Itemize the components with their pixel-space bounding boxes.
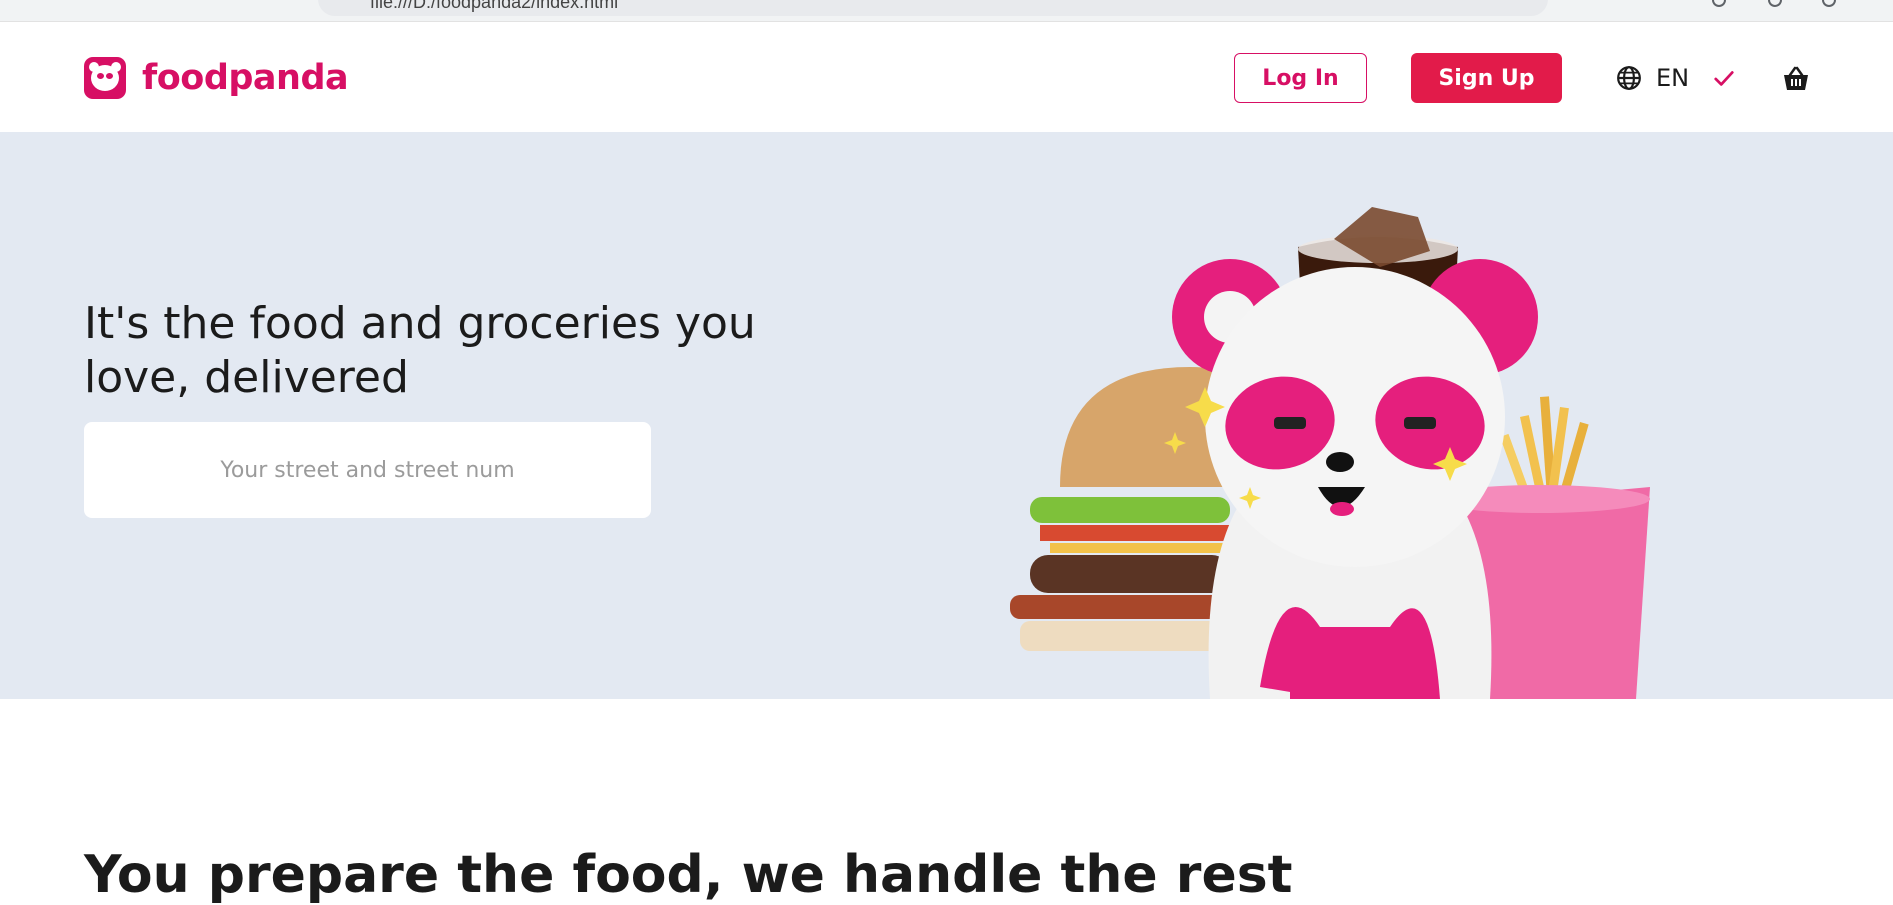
menu-icon[interactable] [1822, 0, 1836, 7]
language-label: EN [1656, 64, 1690, 92]
panda-logo-icon [84, 57, 126, 99]
url-text: file:///D:/foodpanda2/index.html [370, 0, 619, 12]
profile-icon[interactable] [1712, 0, 1726, 7]
brand-logo[interactable]: foodpanda [84, 57, 349, 99]
signup-button[interactable]: Sign Up [1411, 53, 1562, 103]
language-selector[interactable]: EN [1616, 64, 1735, 92]
checkmark-icon [1714, 71, 1734, 86]
site-header: foodpanda Log In Sign Up EN [0, 22, 1893, 132]
panda-mascot-icon [1164, 259, 1538, 699]
address-input[interactable] [84, 422, 651, 518]
login-button[interactable]: Log In [1234, 53, 1367, 103]
hero-title: It's the food and groceries you love, de… [84, 298, 756, 403]
brand-name: foodpanda [142, 58, 349, 98]
globe-icon [1617, 66, 1641, 90]
account-icon[interactable] [1768, 0, 1782, 7]
hero-section: It's the food and groceries you love, de… [0, 132, 1893, 699]
section-title: You prepare the food, we handle the rest [84, 845, 1293, 905]
browser-chrome: file:///D:/foodpanda2/index.html [0, 0, 1893, 22]
hero-image [1010, 207, 1650, 699]
cart-icon[interactable] [1782, 66, 1810, 92]
